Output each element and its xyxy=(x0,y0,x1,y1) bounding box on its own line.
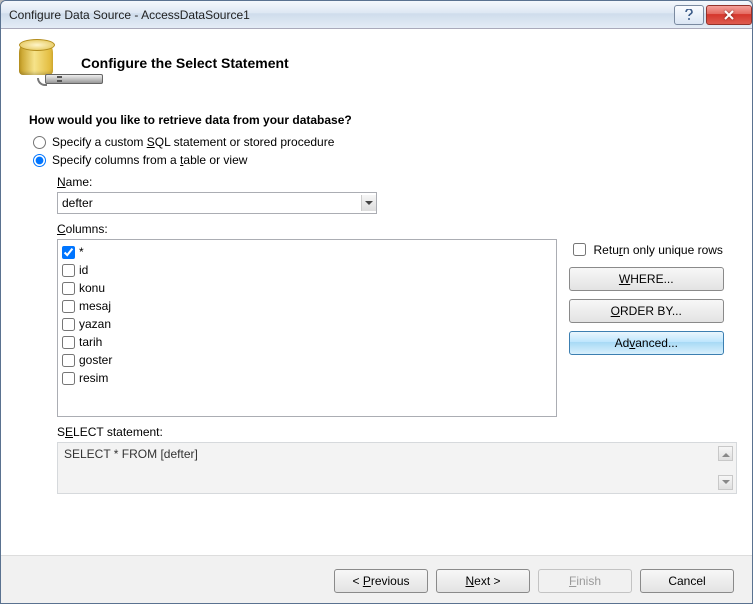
dialog-window: Configure Data Source - AccessDataSource… xyxy=(0,0,753,604)
header: Configure the Select Statement xyxy=(1,29,752,91)
radio-custom-sql[interactable]: Specify a custom SQL statement or stored… xyxy=(33,135,724,149)
next-button[interactable]: Next > xyxy=(436,569,530,593)
column-item[interactable]: * xyxy=(62,243,552,261)
help-icon xyxy=(684,9,694,21)
column-label: resim xyxy=(79,371,108,385)
columns-listbox[interactable]: * id konu mesaj yazan tarih goster resim xyxy=(57,239,557,417)
column-label: tarih xyxy=(79,335,102,349)
column-item[interactable]: yazan xyxy=(62,315,552,333)
column-item[interactable]: id xyxy=(62,261,552,279)
close-icon xyxy=(723,10,735,20)
columns-label: Columns: xyxy=(57,222,724,236)
dialog-content: Configure the Select Statement How would… xyxy=(1,29,752,604)
finish-button: Finish xyxy=(538,569,632,593)
unique-rows-checkbox[interactable]: Return only unique rows xyxy=(569,240,724,259)
column-checkbox[interactable] xyxy=(62,264,75,277)
column-checkbox[interactable] xyxy=(62,372,75,385)
column-checkbox[interactable] xyxy=(62,354,75,367)
footer: < Previous Next > Finish Cancel xyxy=(1,555,752,604)
radio-table-view-label: Specify columns from a table or view xyxy=(52,153,247,167)
page-title: Configure the Select Statement xyxy=(81,55,289,71)
orderby-button[interactable]: ORDER BY... xyxy=(569,299,724,323)
column-checkbox[interactable] xyxy=(62,318,75,331)
column-checkbox[interactable] xyxy=(62,282,75,295)
select-statement-text: SELECT * FROM [defter] xyxy=(64,447,198,461)
radio-table-view[interactable]: Specify columns from a table or view xyxy=(33,153,724,167)
advanced-button[interactable]: Advanced... xyxy=(569,331,724,355)
window-title: Configure Data Source - AccessDataSource… xyxy=(9,8,672,22)
column-checkbox[interactable] xyxy=(62,246,75,259)
radio-custom-sql-label: Specify a custom SQL statement or stored… xyxy=(52,135,334,149)
column-label: id xyxy=(79,263,88,277)
column-label: mesaj xyxy=(79,299,111,313)
previous-button[interactable]: < Previous xyxy=(334,569,428,593)
column-item[interactable]: konu xyxy=(62,279,552,297)
unique-rows-label: Return only unique rows xyxy=(594,243,723,257)
scroll-down-button[interactable] xyxy=(718,475,733,490)
name-value: defter xyxy=(62,196,93,210)
select-statement-box: SELECT * FROM [defter] xyxy=(57,442,737,494)
scroll-up-button[interactable] xyxy=(718,446,733,461)
column-item[interactable]: goster xyxy=(62,351,552,369)
database-icon xyxy=(19,41,63,85)
column-label: goster xyxy=(79,353,112,367)
name-label: Name: xyxy=(57,175,724,189)
column-item[interactable]: mesaj xyxy=(62,297,552,315)
radio-table-view-input[interactable] xyxy=(33,154,46,167)
radio-custom-sql-input[interactable] xyxy=(33,136,46,149)
column-item[interactable]: tarih xyxy=(62,333,552,351)
select-statement-label: SELECT statement: xyxy=(57,425,724,439)
name-combobox[interactable]: defter xyxy=(57,192,377,214)
column-checkbox[interactable] xyxy=(62,300,75,313)
column-label: * xyxy=(79,245,84,259)
close-button[interactable] xyxy=(706,5,752,25)
chevron-down-icon[interactable] xyxy=(361,195,376,211)
column-label: konu xyxy=(79,281,105,295)
column-checkbox[interactable] xyxy=(62,336,75,349)
prompt-text: How would you like to retrieve data from… xyxy=(29,113,724,127)
column-label: yazan xyxy=(79,317,111,331)
help-button[interactable] xyxy=(674,5,704,25)
unique-rows-input[interactable] xyxy=(573,243,586,256)
where-button[interactable]: WHERE... xyxy=(569,267,724,291)
cancel-button[interactable]: Cancel xyxy=(640,569,734,593)
titlebar[interactable]: Configure Data Source - AccessDataSource… xyxy=(1,1,752,29)
column-item[interactable]: resim xyxy=(62,369,552,387)
